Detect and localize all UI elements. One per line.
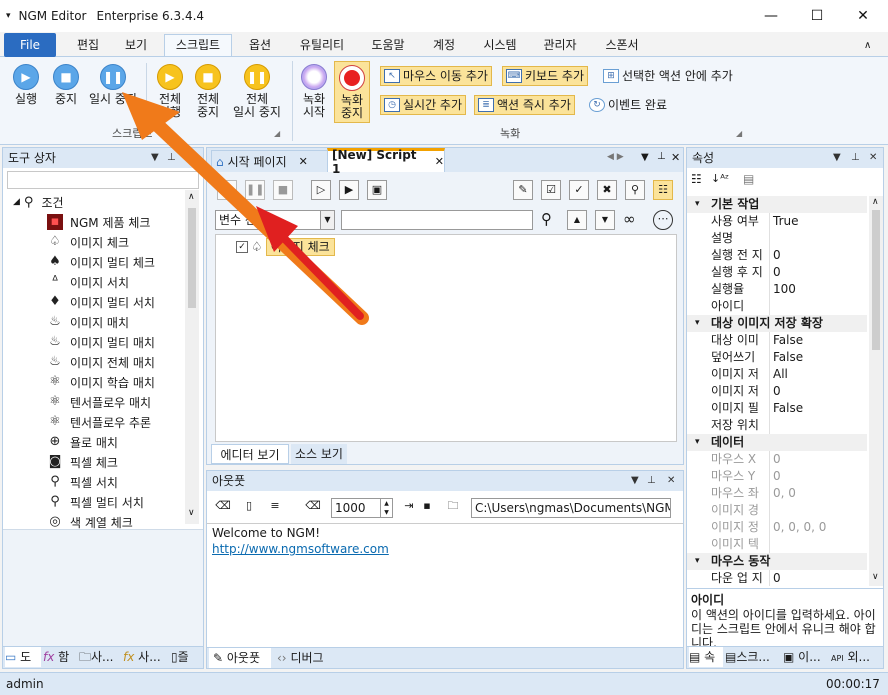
annotation-arrow bbox=[274, 228, 364, 320]
annotation-overlay bbox=[122, 92, 369, 325]
